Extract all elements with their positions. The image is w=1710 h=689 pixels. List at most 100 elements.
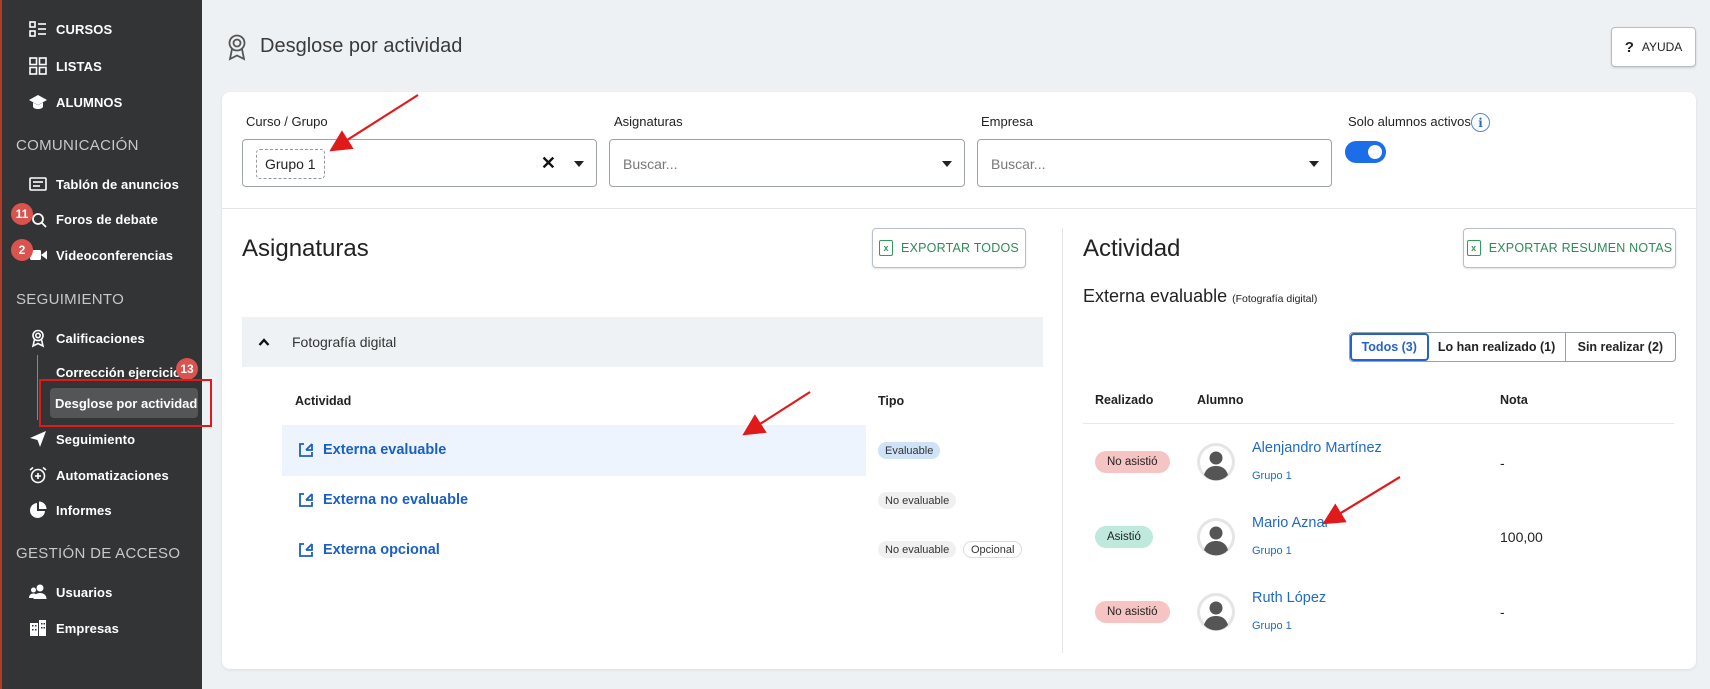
clear-icon[interactable]: ✕: [541, 153, 556, 174]
sidebar-item-foros[interactable]: Foros de debate: [28, 207, 158, 231]
correccion-badge: 13: [176, 358, 198, 380]
sidebar-item-label: Videoconferencias: [56, 247, 174, 263]
sidebar-item-label: Empresas: [56, 620, 119, 636]
paper-plane-icon: [30, 431, 46, 447]
external-link-icon: [299, 543, 313, 557]
filter-segmented-control: Todos (3) Lo han realizado (1) Sin reali…: [1349, 332, 1676, 362]
award-icon: [228, 34, 246, 61]
student-name-link[interactable]: Ruth López: [1252, 590, 1326, 606]
type-tag: No evaluable: [878, 541, 957, 558]
section-acceso: GESTIÓN DE ACCESO: [16, 545, 181, 562]
buildings-icon: [30, 620, 46, 636]
section-comunicacion: COMUNICACIÓN: [16, 137, 139, 154]
users-icon: [29, 584, 47, 599]
chevron-down-icon[interactable]: [942, 161, 952, 167]
graduation-cap-icon: [29, 95, 47, 109]
info-icon[interactable]: i: [1471, 113, 1490, 132]
column-header-nota: Nota: [1500, 393, 1528, 407]
accordion-label: Fotografía digital: [292, 334, 397, 350]
sidebar-item-empresas[interactable]: Empresas: [28, 616, 119, 640]
sidebar-item-seguimiento[interactable]: Seguimiento: [28, 427, 135, 451]
activity-link[interactable]: Externa opcional: [297, 541, 440, 559]
export-summary-button[interactable]: x EXPORTAR RESUMEN NOTAS: [1463, 228, 1676, 268]
activity-name: Externa no evaluable: [323, 492, 469, 508]
external-link-icon: [299, 493, 313, 507]
asignaturas-label: Asignaturas: [614, 114, 683, 129]
avatar: [1197, 593, 1235, 631]
empresa-select[interactable]: Buscar...: [977, 139, 1332, 187]
sidebar-item-label: Foros de debate: [56, 211, 158, 227]
segment-todos[interactable]: Todos (3): [1350, 333, 1429, 361]
asignaturas-placeholder: Buscar...: [623, 156, 678, 172]
selected-group-value: Grupo 1: [265, 156, 316, 172]
curso-grupo-select[interactable]: Grupo 1 ✕: [242, 139, 597, 187]
list-icon: [29, 21, 46, 37]
sidebar-item-tablon[interactable]: Tablón de anuncios: [28, 172, 179, 196]
export-all-label: EXPORTAR TODOS: [901, 241, 1019, 255]
sidebar-subitem-correccion[interactable]: Corrección ejercicios: [56, 365, 188, 380]
panels-divider: [1062, 228, 1063, 653]
type-tag: Evaluable: [878, 442, 941, 459]
solo-activos-label: Solo alumnos activos: [1348, 114, 1471, 129]
status-badge: No asistió: [1095, 451, 1170, 473]
sidebar-item-videoconferencias[interactable]: Videoconferencias: [28, 243, 173, 267]
section-seguimiento: SEGUIMIENTO: [16, 291, 125, 308]
segment-sin-realizar[interactable]: Sin realizar (2): [1566, 333, 1675, 361]
grade-value: 100,00: [1500, 529, 1543, 545]
row-divider: [1083, 423, 1674, 424]
pie-chart-icon: [30, 501, 47, 518]
sidebar-item-automatizaciones[interactable]: Automatizaciones: [28, 463, 169, 487]
asignaturas-select[interactable]: Buscar...: [609, 139, 965, 187]
videoconferencias-badge: 2: [11, 239, 33, 261]
activity-name: Externa evaluable: [323, 442, 447, 458]
column-header-alumno: Alumno: [1197, 393, 1244, 407]
activity-subtitle-course: (Fotografía digital): [1232, 293, 1318, 305]
grade-value: -: [1500, 604, 1505, 620]
column-header-actividad: Actividad: [295, 394, 352, 408]
sidebar-item-usuarios[interactable]: Usuarios: [28, 580, 112, 604]
chevron-down-icon[interactable]: [574, 161, 584, 167]
solo-activos-toggle[interactable]: [1345, 141, 1386, 163]
export-all-button[interactable]: x EXPORTAR TODOS: [872, 228, 1026, 268]
student-group: Grupo 1: [1252, 620, 1292, 632]
student-name-link[interactable]: Alenjandro Martínez: [1252, 440, 1382, 456]
user-silhouette-icon: [1200, 596, 1232, 631]
bulletin-board-icon: [29, 177, 47, 191]
empresa-label: Empresa: [981, 114, 1034, 129]
sidebar-item-label: Tablón de anuncios: [56, 176, 179, 192]
sidebar-item-alumnos[interactable]: ALUMNOS: [28, 90, 122, 114]
student-name-link[interactable]: Mario Aznar: [1252, 515, 1329, 531]
sidebar-item-calificaciones[interactable]: Calificaciones: [28, 326, 145, 350]
page-title: Desglose por actividad: [260, 35, 463, 57]
grade-value: -: [1500, 455, 1505, 471]
accordion-fotografia-digital[interactable]: Fotografía digital: [242, 317, 1043, 367]
segment-realizado[interactable]: Lo han realizado (1): [1429, 333, 1566, 361]
external-link-icon: [299, 443, 313, 457]
status-badge: Asistió: [1095, 526, 1153, 548]
help-button[interactable]: ? AYUDA: [1611, 27, 1696, 67]
avatar: [1197, 518, 1235, 556]
asignaturas-title: Asignaturas: [242, 235, 369, 262]
student-group: Grupo 1: [1252, 545, 1292, 557]
sidebar-item-label: LISTAS: [56, 58, 102, 74]
alarm-clock-icon: [29, 466, 47, 484]
empresa-placeholder: Buscar...: [991, 156, 1046, 172]
sidebar-item-cursos[interactable]: CURSOS: [28, 17, 112, 41]
sidebar-item-label: CURSOS: [56, 21, 113, 37]
activity-subtitle: Externa evaluable (Fotografía digital): [1083, 286, 1317, 307]
grid-icon: [29, 57, 47, 75]
export-summary-label: EXPORTAR RESUMEN NOTAS: [1488, 241, 1673, 255]
chevron-up-icon[interactable]: [258, 336, 270, 348]
activity-link[interactable]: Externa evaluable: [297, 441, 446, 459]
avatar: [1197, 443, 1235, 481]
sidebar-item-listas[interactable]: LISTAS: [28, 54, 102, 78]
activity-subtitle-name: Externa evaluable: [1083, 286, 1228, 306]
sidebar-item-informes[interactable]: Informes: [28, 498, 112, 522]
chevron-down-icon[interactable]: [1309, 161, 1319, 167]
selected-group-chip[interactable]: Grupo 1: [256, 149, 325, 179]
activity-link[interactable]: Externa no evaluable: [297, 491, 468, 509]
sidebar-item-label: ALUMNOS: [56, 94, 123, 110]
user-silhouette-icon: [1200, 446, 1232, 481]
student-group: Grupo 1: [1252, 470, 1292, 482]
type-tag: Opcional: [963, 541, 1023, 558]
